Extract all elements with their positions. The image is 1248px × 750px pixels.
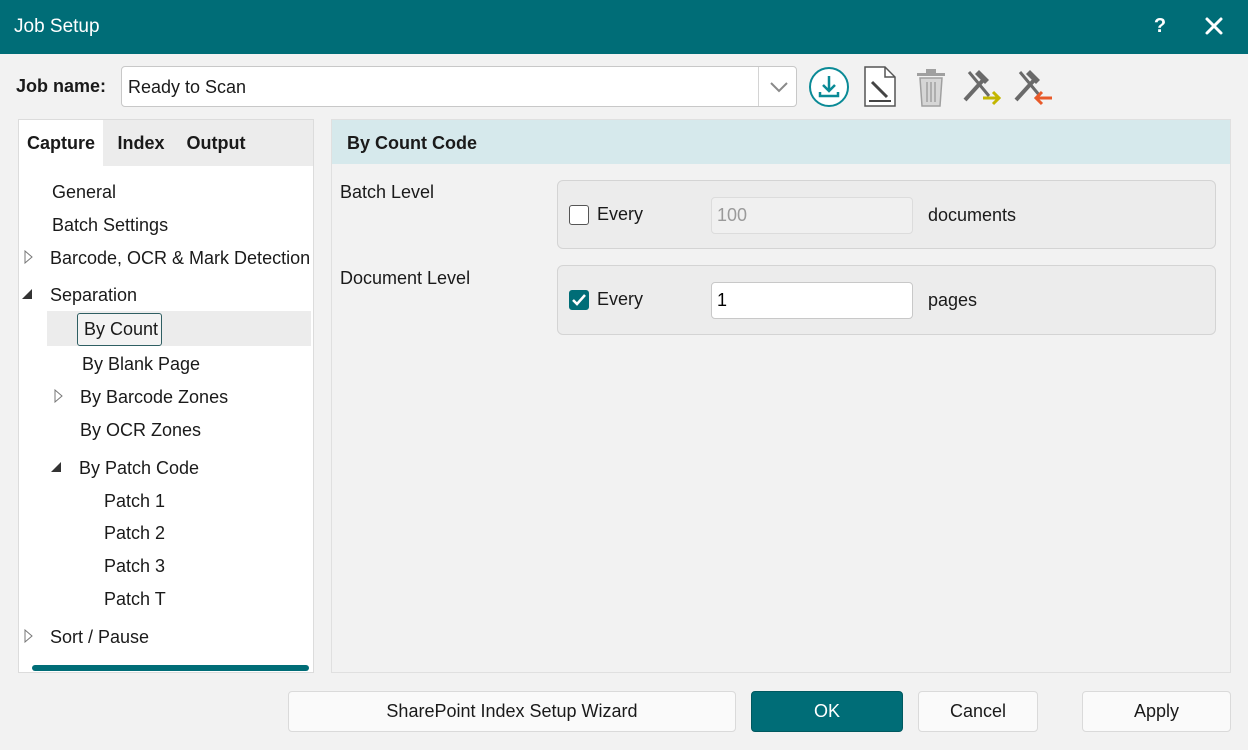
document-count-input[interactable] [711,282,913,319]
tab-index[interactable]: Index [106,120,176,166]
tree-item-patch-2[interactable]: Patch 2 [104,517,165,549]
section-header: By Count Code [332,120,1230,164]
batch-level-group: Every documents [557,180,1216,249]
tools-import-icon [963,70,1002,106]
ok-button[interactable]: OK [751,691,903,732]
close-icon [1205,17,1223,35]
batch-every-label: Every [597,204,644,224]
document-unit-label: pages [928,290,978,310]
collapse-icon[interactable] [50,461,62,473]
tree-item-patch-3[interactable]: Patch 3 [104,550,165,582]
job-name-label: Job name: [16,76,107,96]
tree-item-by-count[interactable]: By Count [77,313,162,346]
tree-item-by-patch-code[interactable]: By Patch Code [79,452,199,484]
tree-item-by-barcode-zones[interactable]: By Barcode Zones [80,381,228,413]
window-title: Job Setup [14,16,100,37]
tree-item-sort-pause[interactable]: Sort / Pause [50,621,149,653]
job-name-dropdown-button[interactable] [762,67,796,106]
delete-button[interactable] [908,64,954,110]
tree-item-general[interactable]: General [52,176,116,208]
batch-level-label: Batch Level [340,182,435,202]
cancel-button[interactable]: Cancel [918,691,1038,732]
tree-item-batch-settings[interactable]: Batch Settings [52,209,168,241]
batch-unit-label: documents [928,205,1017,225]
horizontal-scrollbar[interactable] [32,665,309,671]
expand-icon[interactable] [24,629,34,643]
document-level-label: Document Level [340,268,471,288]
download-icon [809,67,849,107]
tree-item-patch-t[interactable]: Patch T [104,583,166,615]
tree-item-by-blank-page[interactable]: By Blank Page [82,348,200,380]
tools-import-button[interactable] [959,64,1005,110]
job-name-input[interactable] [128,75,748,99]
tools-export-button[interactable] [1010,64,1056,110]
help-button[interactable]: ? [1148,10,1172,42]
sharepoint-wizard-button[interactable]: SharePoint Index Setup Wizard [288,691,736,732]
checkmark-icon [572,294,586,306]
tree-item-patch-1[interactable]: Patch 1 [104,485,165,517]
document-every-checkbox[interactable] [569,290,589,310]
document-level-group: Every pages [557,265,1216,335]
tab-capture[interactable]: Capture [19,120,103,166]
document-every-label: Every [597,289,644,309]
edit-document-icon [864,66,896,107]
tree-item-barcode-ocr[interactable]: Barcode, OCR & Mark Detection [50,242,310,274]
collapse-icon[interactable] [21,288,33,300]
batch-count-input[interactable] [711,197,913,234]
expand-icon[interactable] [54,389,64,403]
close-button[interactable] [1200,10,1228,42]
tab-bar: Capture Index Output [19,120,313,166]
navigation-panel: Capture Index Output General Batch Setti… [18,119,314,673]
chevron-down-icon [770,82,788,93]
tools-export-icon [1014,70,1052,106]
batch-every-checkbox[interactable] [569,205,589,225]
job-name-combobox [121,66,797,107]
section-title: By Count Code [347,133,477,153]
tab-output[interactable]: Output [179,120,253,166]
trash-icon [917,69,945,107]
expand-icon[interactable] [24,250,34,264]
apply-button[interactable]: Apply [1082,691,1231,732]
download-button[interactable] [806,64,852,110]
tree-item-separation[interactable]: Separation [50,279,137,311]
combobox-divider [758,67,759,106]
tree-item-by-ocr-zones[interactable]: By OCR Zones [80,414,201,446]
title-bar: Job Setup ? [0,0,1248,54]
settings-panel: By Count Code Batch Level Every document… [331,119,1231,673]
edit-document-button[interactable] [857,64,903,110]
